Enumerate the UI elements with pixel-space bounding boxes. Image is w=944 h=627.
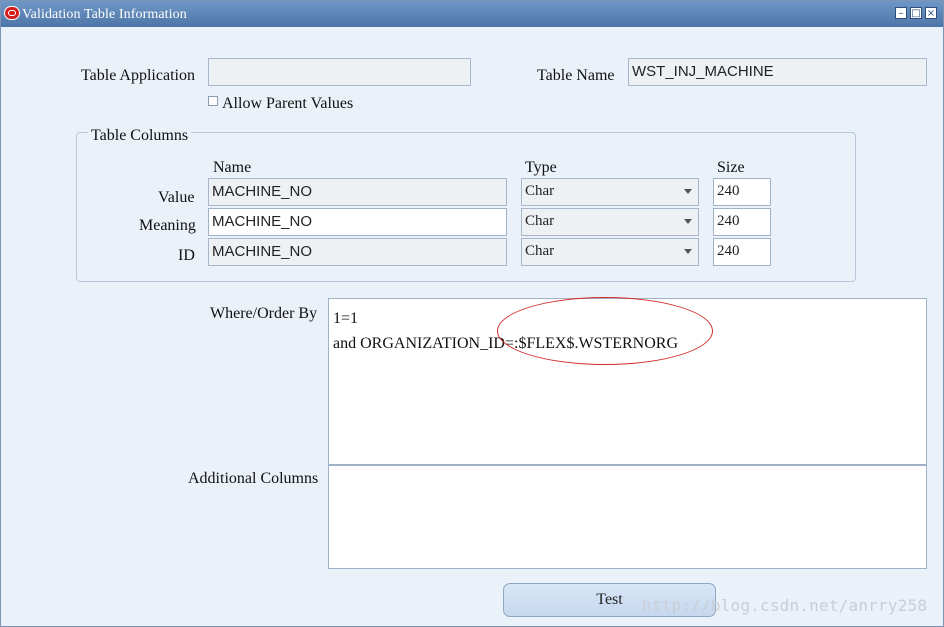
column-header-size: Size [717,159,745,176]
close-icon[interactable]: × [925,7,937,19]
chevron-down-icon [684,249,692,254]
value-name-field[interactable]: MACHINE_NO [208,178,507,206]
additional-columns-label: Additional Columns [188,470,319,487]
table-application-label: Table Application [81,67,195,84]
table-name-label: Table Name [537,67,615,84]
chevron-down-icon [684,219,692,224]
row-label-id: ID [178,247,195,264]
oracle-logo-icon [4,6,20,20]
table-columns-title: Table Columns [88,127,192,145]
id-type-select[interactable]: Char [521,238,699,266]
value-size-field[interactable]: 240 [713,178,771,206]
chevron-down-icon [684,189,692,194]
maximize-icon[interactable]: □ [910,7,922,19]
row-label-value: Value [158,189,195,206]
meaning-size-field[interactable]: 240 [713,208,771,236]
value-type-select[interactable]: Char [521,178,699,206]
table-name-field[interactable]: WST_INJ_MACHINE [628,58,927,86]
where-line-1: 1=1 [333,310,359,327]
id-size-field[interactable]: 240 [713,238,771,266]
additional-columns-textarea[interactable] [328,465,927,569]
form-content: Table Application Table Name WST_INJ_MAC… [1,28,943,626]
watermark: http://blog.csdn.net/anrry258 [642,596,928,615]
highlight-ellipse [497,297,713,365]
where-order-by-label: Where/Order By [210,305,318,322]
row-label-meaning: Meaning [139,217,196,234]
meaning-type-text: Char [525,213,555,229]
validation-table-window: Validation Table Information – □ × Table… [0,0,944,627]
value-type-text: Char [525,183,555,199]
table-application-field[interactable] [208,58,471,86]
minimize-icon[interactable]: – [895,7,907,19]
meaning-name-field[interactable]: MACHINE_NO [208,208,507,236]
id-name-field[interactable]: MACHINE_NO [208,238,507,266]
allow-parent-values-label: Allow Parent Values [222,95,354,112]
allow-parent-values-checkbox[interactable] [208,96,218,106]
title-bar[interactable]: Validation Table Information – □ × [1,1,943,27]
id-type-text: Char [525,243,555,259]
column-header-type: Type [525,159,557,176]
meaning-type-select[interactable]: Char [521,208,699,236]
window-title: Validation Table Information [22,7,187,22]
column-header-name: Name [213,159,252,176]
